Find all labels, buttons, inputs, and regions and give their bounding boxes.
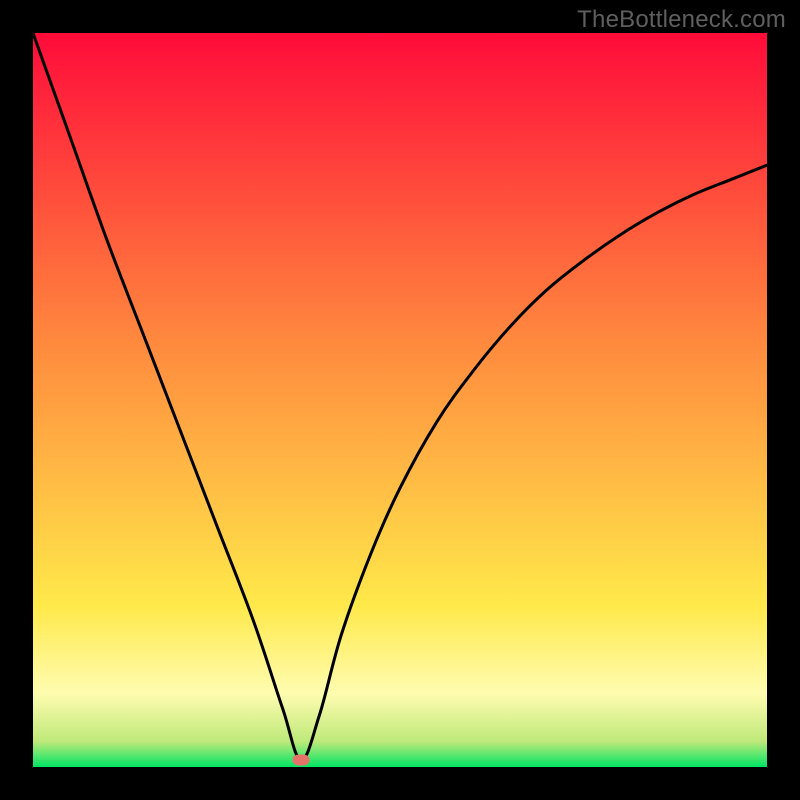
curve-svg: [33, 33, 767, 767]
branding-watermark: TheBottleneck.com: [577, 6, 786, 34]
bottleneck-curve: [33, 33, 767, 760]
optimal-point-marker: [292, 754, 309, 765]
plot-area: [33, 33, 767, 767]
chart-frame: TheBottleneck.com: [0, 0, 800, 800]
